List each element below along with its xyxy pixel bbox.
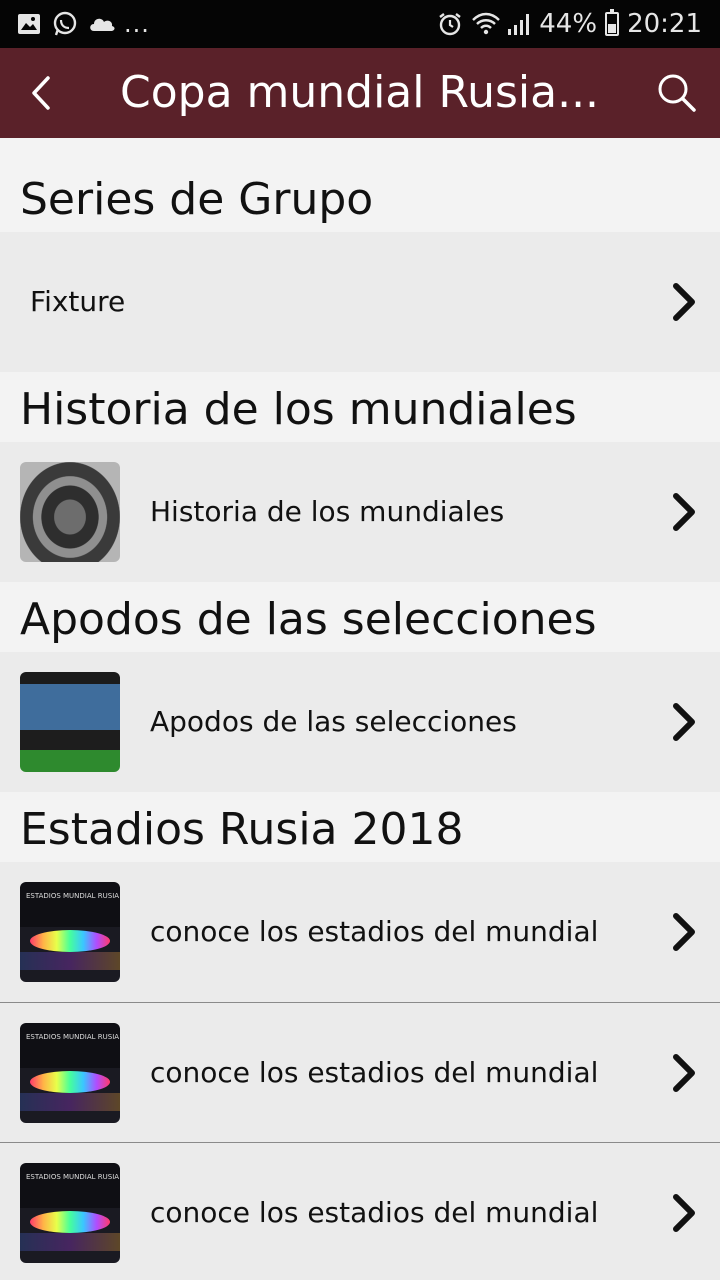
- section-header-historia: Historia de los mundiales: [0, 372, 720, 442]
- list-item-estadios-2[interactable]: ESTADIOS MUNDIAL RUSIA 2018 conoce los e…: [0, 1002, 720, 1142]
- notification-icons: ...: [16, 10, 150, 38]
- thumbnail-caption: ESTADIOS MUNDIAL RUSIA 2018: [26, 1033, 120, 1041]
- list-item-apodos[interactable]: Apodos de las selecciones: [0, 652, 720, 792]
- chevron-right-icon: [668, 910, 702, 954]
- top-spacer: [0, 138, 720, 162]
- list-item-label: Fixture: [30, 285, 126, 318]
- gallery-icon: [16, 11, 42, 37]
- thumbnail-caption: ESTADIOS MUNDIAL RUSIA 2018: [26, 1173, 120, 1181]
- back-arrow-icon[interactable]: [20, 68, 70, 118]
- thumbnail-caption: ESTADIOS MUNDIAL RUSIA 2018: [26, 892, 120, 900]
- status-bar: ... 44% 20:21: [0, 0, 720, 48]
- estadios-poster-thumbnail: ESTADIOS MUNDIAL RUSIA 2018: [20, 1023, 120, 1123]
- list-item-label: conoce los estadios del mundial: [150, 1196, 599, 1229]
- estadios-poster-thumbnail: ESTADIOS MUNDIAL RUSIA 2018: [20, 882, 120, 982]
- search-icon[interactable]: [654, 70, 700, 116]
- chevron-right-icon: [668, 490, 702, 534]
- list-item-estadios-1[interactable]: ESTADIOS MUNDIAL RUSIA 2018 conoce los e…: [0, 862, 720, 1002]
- section-header-series-de-grupo: Series de Grupo: [0, 162, 720, 232]
- estadios-poster-thumbnail: ESTADIOS MUNDIAL RUSIA 2018: [20, 1163, 120, 1263]
- stadium-photo-thumbnail: [20, 462, 120, 562]
- chevron-right-icon: [668, 1191, 702, 1235]
- more-notifications-indicator: ...: [124, 10, 150, 38]
- signal-icon: [505, 11, 531, 37]
- clock: 20:21: [627, 9, 702, 39]
- menu-list: Series de Grupo Fixture Historia de los …: [0, 138, 720, 1280]
- team-photo-thumbnail: [20, 672, 120, 772]
- section-header-estadios: Estadios Rusia 2018: [0, 792, 720, 862]
- section-header-apodos: Apodos de las selecciones: [0, 582, 720, 652]
- list-item-label: conoce los estadios del mundial: [150, 915, 599, 948]
- list-item-label: Historia de los mundiales: [150, 495, 505, 528]
- wifi-icon: [471, 11, 501, 37]
- battery-icon: [605, 9, 620, 36]
- app-bar: Copa mundial Rusia...: [0, 48, 720, 138]
- cloud-icon: [88, 11, 115, 37]
- list-item-estadios-3[interactable]: ESTADIOS MUNDIAL RUSIA 2018 conoce los e…: [0, 1142, 720, 1280]
- list-item-historia[interactable]: Historia de los mundiales: [0, 442, 720, 582]
- page-title: Copa mundial Rusia...: [120, 67, 600, 118]
- chevron-right-icon: [668, 1051, 702, 1095]
- system-status: 44% 20:21: [437, 8, 702, 40]
- list-item-label: conoce los estadios del mundial: [150, 1056, 599, 1089]
- alarm-icon: [437, 11, 463, 37]
- chevron-right-icon: [668, 280, 702, 324]
- whatsapp-icon: [52, 11, 78, 37]
- list-item-label: Apodos de las selecciones: [150, 705, 517, 738]
- chevron-right-icon: [668, 700, 702, 744]
- list-item-fixture[interactable]: Fixture: [0, 232, 720, 372]
- battery-percent: 44%: [539, 9, 598, 39]
